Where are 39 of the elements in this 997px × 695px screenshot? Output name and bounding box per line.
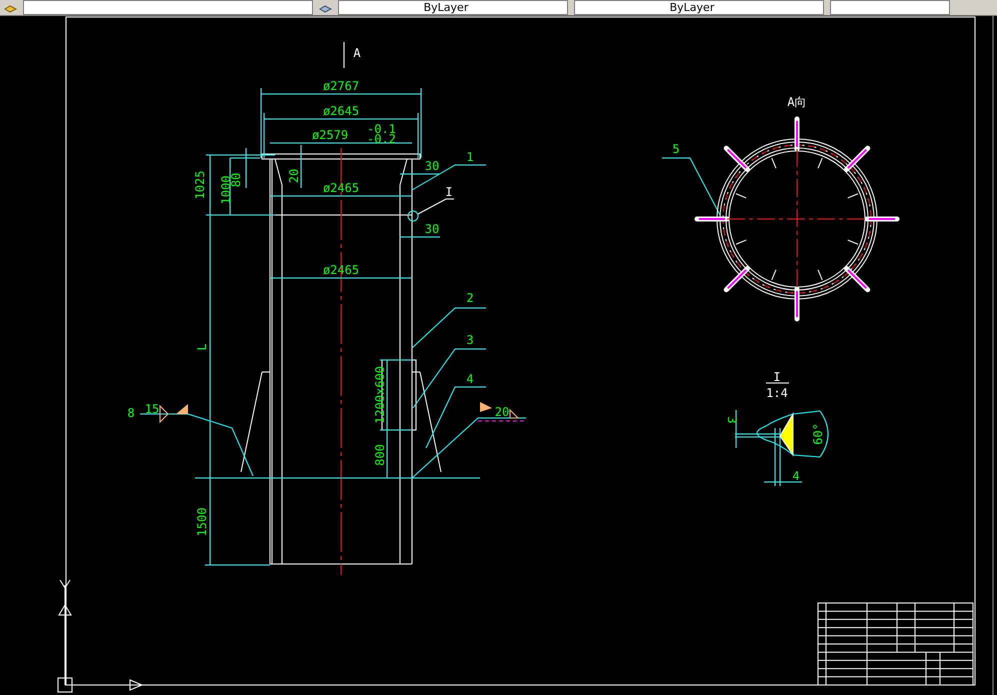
part-number: 4 [466,372,474,386]
dimension-text: 20 [287,168,301,184]
leader-line [662,158,720,216]
section-label: A [353,46,361,60]
part-number: 3 [466,333,474,347]
title-underline [766,382,790,384]
detail-scale: 1:4 [766,386,788,400]
dimension-text: 30 [424,222,440,236]
dimension-text: 60° [811,423,825,445]
part-number: 1 [466,150,474,164]
dimension-text: ø2645 [322,104,360,118]
dimension-text: 30 [424,159,440,173]
view-title: A向 [787,95,807,109]
detail-marker: I [445,185,453,199]
tolerance-text: -0.2 [367,132,396,146]
dimension-text: 3 [725,416,739,424]
leader-line [426,386,486,448]
lineweight-dropdown[interactable]: ByLayer [574,0,824,15]
dimension-text: ø2465 [322,181,360,195]
detail-circle [408,210,418,222]
dimension-text: L [195,343,209,351]
dimension-text: 800 [373,444,387,466]
layer-icon[interactable] [4,3,17,15]
part-number: 2 [466,291,474,305]
dimension-text: ø2579 [312,128,348,142]
detail-title: I [773,370,781,384]
leader-line [418,198,454,214]
dimension-text: 1200x600 [373,366,387,424]
dimension-text: 1025 [193,170,207,200]
layers-icon[interactable] [319,3,332,15]
weld-size: 15 [144,402,160,416]
dimension-text: 1500 [195,508,209,536]
dimension-text: ø2767 [322,79,360,93]
dimension-text: 4 [792,469,800,483]
part-number: 5 [672,142,680,156]
weld-size: 20 [494,405,510,419]
linetype-dropdown[interactable]: ByLayer [338,0,568,15]
weld-size: 8 [127,406,135,420]
dimension-text: 80 [229,172,243,188]
